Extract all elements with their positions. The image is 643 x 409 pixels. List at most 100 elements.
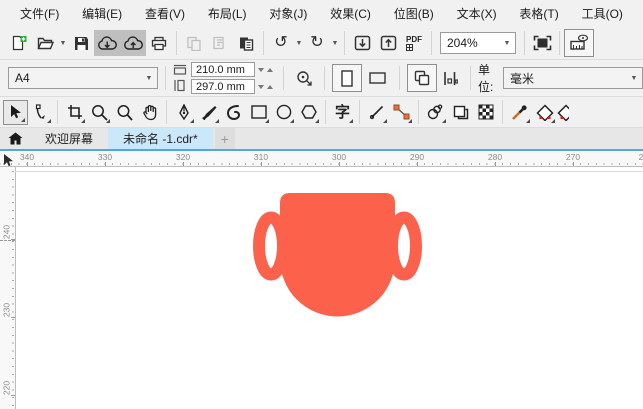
cloud-upload-button[interactable]: [120, 30, 146, 56]
ellipse-tool[interactable]: [271, 100, 296, 125]
menu-item-1[interactable]: 编辑(E): [76, 5, 128, 22]
copy-icon-disabled: [187, 36, 201, 51]
toolbar-separator: [165, 66, 166, 90]
page-width-value: 210.0 mm: [196, 63, 245, 76]
fill-icon: [535, 103, 554, 121]
cup-body[interactable]: [280, 193, 395, 317]
ruler-eye-icon: [570, 34, 589, 50]
toolbar-separator: [524, 31, 525, 55]
smart-fill-tool[interactable]: [557, 100, 569, 125]
menu-item-7[interactable]: 文本(X): [451, 5, 503, 22]
crop-tool[interactable]: [62, 100, 87, 125]
straight-line-tool[interactable]: [364, 100, 389, 125]
cloud-download-button[interactable]: [94, 30, 120, 56]
menu-item-4[interactable]: 对象(J): [263, 5, 313, 22]
menu-item-9[interactable]: 工具(O): [576, 5, 629, 22]
toolbar-separator: [559, 31, 560, 55]
page-height-icon: [174, 79, 185, 92]
redo-dropdown-arrow[interactable]: ▼: [330, 30, 340, 56]
pick-tool[interactable]: [3, 99, 28, 125]
all-pages-button[interactable]: [407, 64, 437, 92]
text-tool[interactable]: 字: [330, 100, 355, 125]
open-dropdown-arrow[interactable]: ▼: [58, 30, 68, 56]
page-height-input[interactable]: 297.0 mm: [191, 79, 255, 94]
vertical-ruler[interactable]: 240 230 220: [0, 167, 16, 409]
zoom-level-combo[interactable]: 204% ▼: [440, 32, 516, 54]
zoom-tool[interactable]: [87, 100, 112, 125]
zoom-icon: [117, 104, 133, 121]
artistic-media-tool[interactable]: [196, 100, 221, 125]
menu-bar: 文件(F) 编辑(E) 查看(V) 布局(L) 对象(J) 效果(C) 位图(B) 文本(X)…: [0, 0, 643, 27]
page-size-combo-arrow[interactable]: ▼: [141, 75, 157, 82]
zoom-combo-arrow[interactable]: ▼: [499, 40, 515, 47]
paste-button[interactable]: [233, 30, 259, 56]
undo-button[interactable]: ↺: [268, 30, 294, 56]
redo-button[interactable]: ↻: [304, 30, 330, 56]
portrait-button[interactable]: [332, 64, 362, 92]
new-document-button[interactable]: [6, 30, 32, 56]
full-screen-preview-button[interactable]: [529, 30, 555, 56]
trophy-cup-shape[interactable]: [15, 167, 643, 409]
connector-icon: [393, 104, 410, 120]
menu-item-8[interactable]: 表格(T): [513, 5, 564, 22]
rectangle-icon: [250, 105, 267, 119]
horizontal-ruler[interactable]: 340 330 320 310 300 290 280 270 2: [0, 151, 643, 167]
duplicate-button: [207, 30, 233, 56]
drop-shadow-tool[interactable]: [423, 100, 448, 125]
import-button[interactable]: [349, 30, 375, 56]
open-button[interactable]: [32, 30, 58, 56]
print-button[interactable]: [146, 30, 172, 56]
units-combo-arrow[interactable]: ▼: [626, 75, 642, 82]
landscape-button[interactable]: [362, 65, 392, 91]
shape-tool[interactable]: [28, 100, 53, 125]
color-eyedropper-tool[interactable]: [507, 100, 532, 125]
autofit-button[interactable]: [291, 65, 317, 91]
tab-1[interactable]: 未命名 -1.cdr*: [108, 128, 213, 149]
polygon-tool[interactable]: [296, 100, 321, 125]
export-button[interactable]: [375, 30, 401, 56]
units-combo[interactable]: 毫米 ▼: [503, 67, 643, 89]
rectangle-tool[interactable]: [246, 100, 271, 125]
page-size-combo[interactable]: A4 ▼: [8, 67, 158, 89]
property-bar: A4 ▼ 210.0 mm 297.0 mm 单位: 毫米 ▼: [0, 60, 643, 97]
b-spline-tool[interactable]: [221, 100, 246, 125]
menu-item-0[interactable]: 文件(F): [14, 5, 65, 22]
cup-left-handle[interactable]: [253, 211, 289, 281]
pen-nib-icon: [178, 103, 189, 120]
print-icon: [151, 36, 167, 50]
menu-item-2[interactable]: 查看(V): [139, 5, 191, 22]
contour-tool[interactable]: [448, 100, 473, 125]
page-width-input[interactable]: 210.0 mm: [191, 62, 255, 77]
menu-item-6[interactable]: 位图(B): [388, 5, 440, 22]
show-rulers-button[interactable]: [564, 29, 594, 57]
transparency-tool[interactable]: [473, 100, 498, 125]
vruler-label-220: 220: [1, 380, 12, 396]
toolbox-separator: [325, 100, 326, 124]
hruler-label-partial: 2: [638, 152, 643, 162]
hruler-tick: [105, 162, 106, 166]
page-width-spinner[interactable]: [255, 62, 276, 77]
tab-0[interactable]: 欢迎屏幕: [30, 128, 108, 149]
new-tab-button[interactable]: +: [214, 128, 235, 149]
current-page-button[interactable]: [437, 65, 463, 91]
drop-shadow-icon: [427, 104, 443, 120]
pan-tool[interactable]: [137, 100, 162, 125]
zoom-tool-2[interactable]: [112, 100, 137, 125]
page-height-spinner[interactable]: [255, 79, 276, 94]
horizontal-ruler-minor-ticks: [0, 163, 643, 165]
home-button[interactable]: [0, 128, 30, 149]
connector-tool[interactable]: [389, 100, 414, 125]
publish-pdf-button[interactable]: PDF: [401, 30, 427, 56]
menu-item-5[interactable]: 效果(C): [324, 5, 377, 22]
hruler-label-300: 300: [331, 152, 347, 162]
pen-tool[interactable]: [171, 100, 196, 125]
save-button[interactable]: [68, 30, 94, 56]
transparency-icon: [478, 104, 493, 120]
cup-right-handle[interactable]: [386, 211, 422, 281]
undo-dropdown-arrow[interactable]: ▼: [294, 30, 304, 56]
toolbar-separator: [470, 66, 471, 90]
save-icon: [74, 36, 88, 50]
menu-item-3[interactable]: 布局(L): [202, 5, 253, 22]
interactive-fill-tool[interactable]: [532, 100, 557, 125]
new-tab-plus-icon: +: [220, 130, 229, 147]
